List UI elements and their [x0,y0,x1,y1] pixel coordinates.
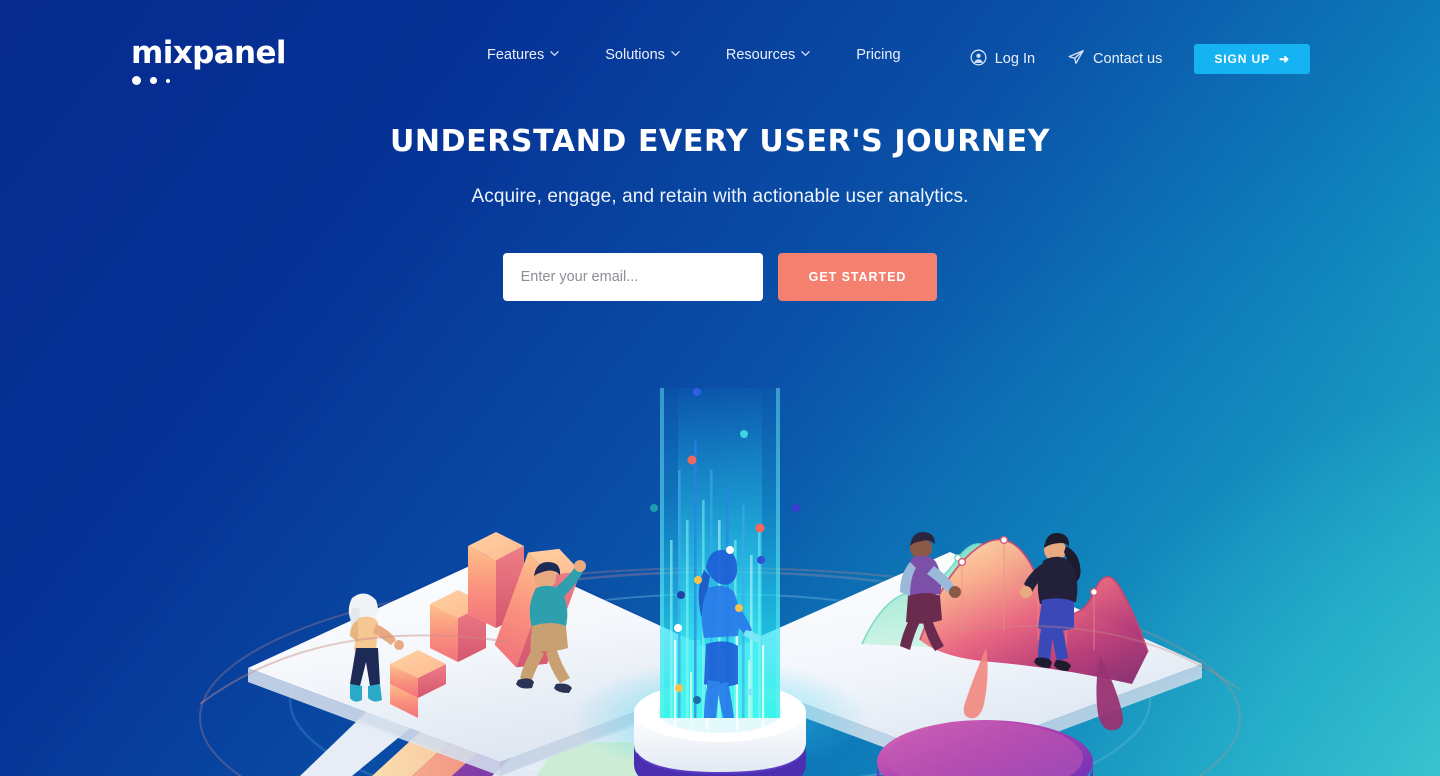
email-input[interactable] [502,253,763,301]
nav-links: Features Solutions Resources Pricing [487,47,901,63]
chevron-down-icon [671,49,680,58]
signup-form: GET STARTED [0,253,1440,301]
contact-link[interactable]: Contact us [1067,48,1162,70]
nav-item-label: Pricing [856,47,901,63]
signup-label: SIGN UP [1214,52,1271,66]
nav-item-pricing[interactable]: Pricing [856,47,900,63]
logo-dots [132,76,261,85]
logo-text: mixpanel [131,35,287,71]
contact-label: Contact us [1093,51,1163,67]
nav-item-label: Solutions [605,47,665,63]
paper-plane-icon [1067,48,1085,70]
logo-dot-large [132,76,141,85]
page-subtitle: Acquire, engage, and retain with actiona… [471,186,969,207]
main-navigation: mixpanel Features Solutions Resources Pr… [0,0,1440,118]
chevron-down-icon [550,49,559,58]
nav-item-resources[interactable]: Resources [726,47,810,63]
nav-item-label: Features [487,47,545,63]
login-label: Log In [994,51,1036,67]
logo-dot-small [165,78,170,83]
logo[interactable]: mixpanel [131,35,287,85]
nav-item-solutions[interactable]: Solutions [605,47,680,63]
page-title: UNDERSTAND EVERY USER'S JOURNEY [389,124,1051,159]
get-started-button[interactable]: GET STARTED [777,253,938,301]
signup-button[interactable]: SIGN UP ➜ [1194,44,1310,74]
nav-item-label: Resources [725,47,796,63]
landing-page: mixpanel Features Solutions Resources Pr… [0,0,1440,776]
chevron-down-icon [801,49,810,58]
nav-actions: Log In Contact us SIGN UP ➜ [970,44,1310,74]
nav-item-features[interactable]: Features [487,47,559,63]
login-link[interactable]: Log In [970,49,1035,70]
logo-dot-medium [150,77,157,84]
user-circle-icon [970,49,987,70]
arrow-right-icon: ➜ [1279,52,1290,66]
